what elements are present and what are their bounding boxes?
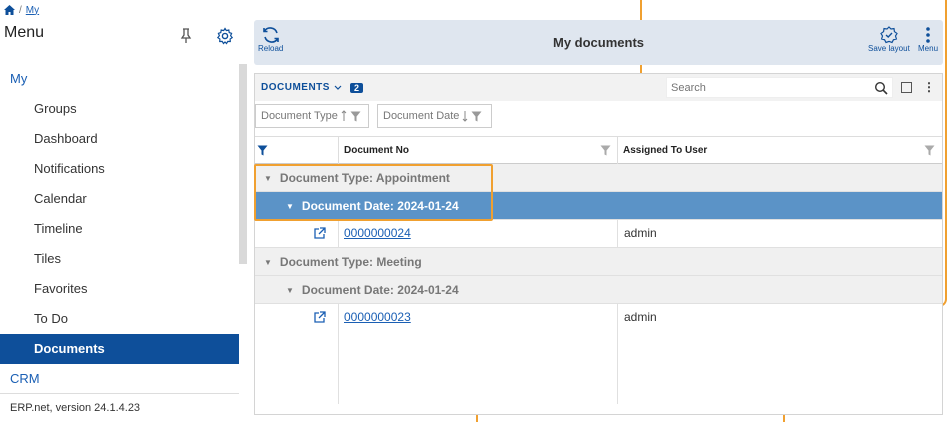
filter-icon[interactable] [924, 145, 935, 156]
chip-document-date-label: Document Date [383, 110, 460, 122]
active-filter-icon[interactable] [257, 145, 268, 156]
menu-label: Menu [918, 44, 939, 53]
menu-item-tiles[interactable]: Tiles [0, 244, 239, 274]
breadcrumb: / My [4, 3, 39, 17]
menu-group-crm[interactable]: CRM [0, 364, 239, 394]
group-by-chips: Document Type Document Date [255, 101, 942, 136]
save-layout-label: Save layout [868, 44, 910, 53]
kebab-icon [926, 27, 930, 43]
app-root: / My Menu My Groups Dashboard Notificati… [0, 0, 950, 422]
search-input[interactable] [667, 79, 857, 97]
sort-asc-icon[interactable] [341, 110, 347, 122]
breadcrumb-separator: / [19, 4, 22, 16]
panel-kebab-icon[interactable]: ⋮ [923, 80, 935, 94]
badge-check-icon [880, 26, 898, 44]
search-icon[interactable] [874, 81, 888, 95]
filter-icon[interactable] [350, 111, 361, 122]
group-row-document-type[interactable]: ▼ Document Type: Meeting [255, 248, 942, 276]
table-row[interactable]: 0000000023 admin [255, 304, 942, 404]
menu-title: Menu [4, 24, 45, 41]
column-header-assigned-label: Assigned To User [623, 145, 708, 156]
chip-document-type-label: Document Type [261, 110, 338, 122]
grid-header: Document No Assigned To User [255, 136, 942, 165]
save-layout-button[interactable]: Save layout [868, 26, 910, 53]
group-label: Document Type: Meeting [279, 255, 422, 269]
group-label: Document Date: 2024-01-24 [301, 283, 459, 297]
open-external-icon[interactable] [313, 311, 326, 324]
open-cell [255, 220, 339, 247]
menu-item-timeline[interactable]: Timeline [0, 214, 239, 244]
caret-down-icon[interactable]: ▼ [286, 277, 294, 305]
menu-item-calendar[interactable]: Calendar [0, 184, 239, 214]
doc-no-link[interactable]: 0000000023 [344, 310, 411, 324]
documents-panel: DOCUMENTS 2 ⋮ Document Type D [254, 73, 943, 415]
home-icon[interactable] [4, 5, 15, 15]
assigned-user-cell: admin [624, 310, 657, 324]
caret-down-icon[interactable]: ▼ [264, 249, 272, 277]
column-header-assigned-to-user[interactable]: Assigned To User [618, 137, 942, 165]
open-external-icon[interactable] [313, 227, 326, 240]
filter-icon[interactable] [471, 111, 482, 122]
menu-item-documents[interactable]: Documents [0, 334, 239, 364]
pin-icon[interactable] [179, 28, 193, 44]
menu-list: My Groups Dashboard Notifications Calend… [0, 64, 239, 394]
documents-title[interactable]: DOCUMENTS 2 [261, 82, 364, 93]
count-badge: 2 [349, 82, 364, 93]
column-header-document-no-label: Document No [344, 145, 409, 156]
assigned-user-cell: admin [624, 226, 657, 240]
doc-no-cell: 0000000024 [339, 220, 618, 247]
toolbar: Reload My documents Save layout Menu [254, 20, 943, 65]
sort-desc-icon[interactable] [462, 110, 468, 122]
menu-item-dashboard[interactable]: Dashboard [0, 124, 239, 154]
select-all-checkbox[interactable] [901, 82, 912, 93]
menu-group-my[interactable]: My [0, 64, 239, 94]
column-header-document-no[interactable]: Document No [339, 137, 618, 165]
chip-document-type[interactable]: Document Type [255, 104, 369, 128]
chip-document-date[interactable]: Document Date [377, 104, 492, 128]
menu-item-notifications[interactable]: Notifications [0, 154, 239, 184]
menu-item-groups[interactable]: Groups [0, 94, 239, 124]
search-box [666, 77, 893, 98]
doc-no-link[interactable]: 0000000024 [344, 226, 411, 240]
breadcrumb-my-link[interactable]: My [26, 5, 39, 16]
sidebar: Menu My Groups Dashboard Notifications C… [0, 18, 247, 422]
group-row-document-date[interactable]: ▼ Document Date: 2024-01-24 [255, 276, 942, 304]
menu-button[interactable]: Menu [918, 26, 938, 53]
doc-no-cell: 0000000023 [339, 304, 618, 404]
table-row[interactable]: 0000000024 admin [255, 220, 942, 248]
menu-item-todo[interactable]: To Do [0, 304, 239, 334]
chevron-down-icon [334, 85, 342, 90]
documents-title-text: DOCUMENTS [261, 82, 330, 93]
page-title: My documents [552, 35, 644, 50]
panel-header: DOCUMENTS 2 ⋮ [255, 74, 942, 101]
menu-scrollbar[interactable] [239, 64, 247, 264]
menu-item-favorites[interactable]: Favorites [0, 274, 239, 304]
open-cell [255, 304, 339, 404]
filter-column-header[interactable] [255, 137, 339, 165]
highlight-box [254, 164, 493, 221]
gear-icon[interactable] [216, 27, 234, 45]
version-text: ERP.net, version 24.1.4.23 [0, 393, 239, 422]
filter-icon[interactable] [600, 145, 611, 156]
